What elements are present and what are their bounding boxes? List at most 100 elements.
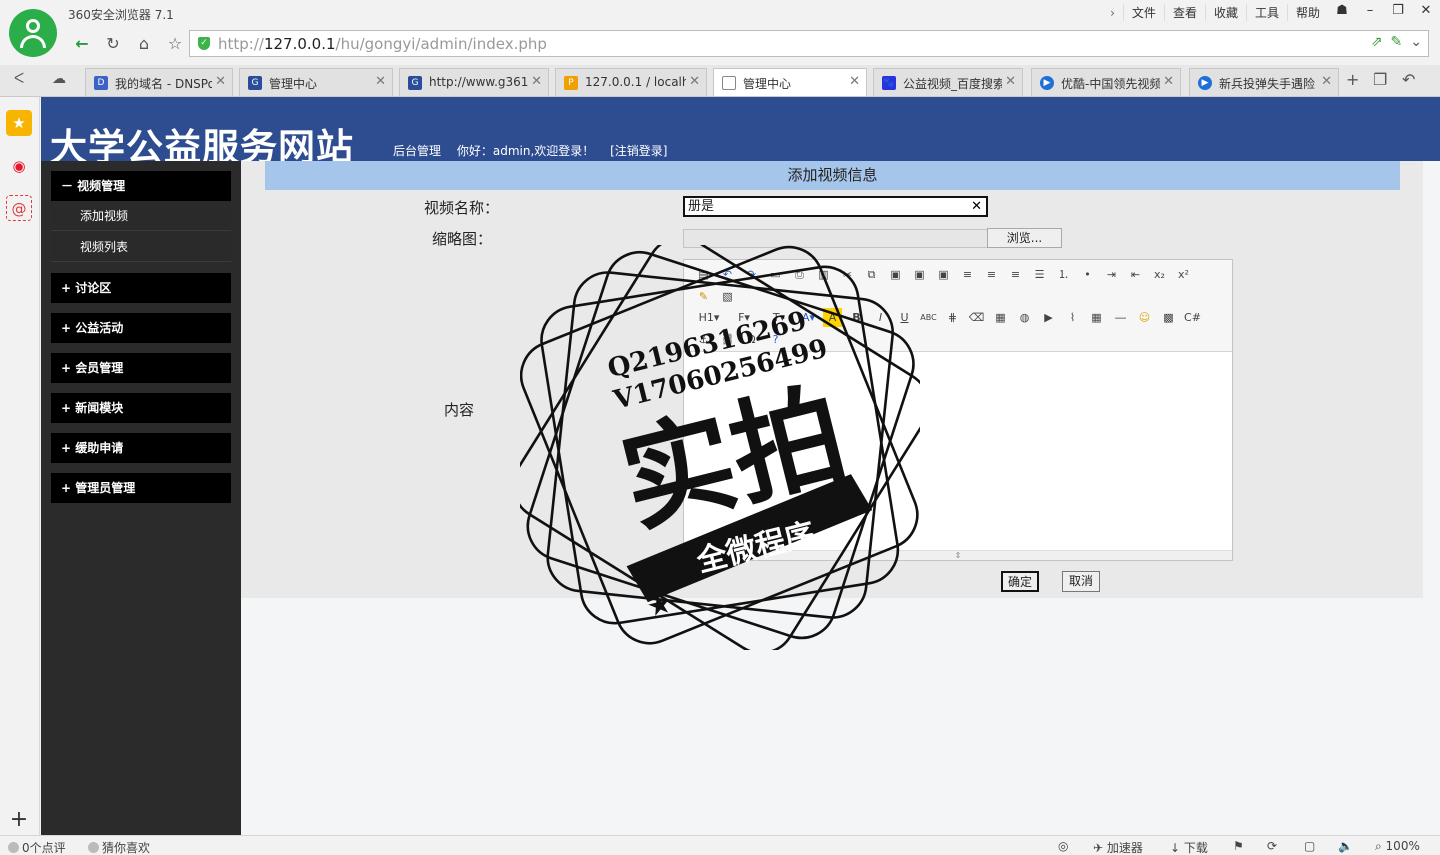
maximize-button[interactable]: ❐ — [1384, 0, 1412, 24]
media-icon[interactable]: ▶ — [1039, 308, 1058, 327]
dropdown-icon[interactable]: ⌄ — [1410, 34, 1422, 50]
minimize-button[interactable]: – — [1356, 0, 1384, 24]
font-size-icon[interactable]: T▾ — [764, 308, 794, 327]
align-left-icon[interactable]: ≡ — [958, 265, 977, 284]
menu-favorites[interactable]: 收藏 — [1204, 4, 1246, 21]
flag-icon[interactable]: ⚑ — [1233, 839, 1244, 853]
volume-icon[interactable]: 🔈 — [1338, 839, 1353, 853]
cancel-button[interactable]: 取消 — [1062, 571, 1100, 592]
format-brush-icon[interactable]: ✎ — [694, 287, 713, 306]
new-tab-icon[interactable]: + — [1346, 70, 1359, 89]
paste-word-icon[interactable]: ▣ — [934, 265, 953, 284]
guess-status[interactable]: 猜你喜欢 — [88, 839, 150, 855]
unlink-icon[interactable]: ⛓ — [718, 330, 737, 349]
home-icon[interactable]: ⌂ — [132, 33, 156, 55]
download-button[interactable]: ↓ 下载 — [1170, 839, 1208, 855]
cut-icon[interactable]: ✂ — [838, 265, 857, 284]
security-status-icon[interactable]: ◎ — [1058, 839, 1068, 853]
refresh-icon[interactable]: ↻ — [101, 33, 125, 55]
copy-icon[interactable]: ⧉ — [862, 265, 881, 284]
align-center-icon[interactable]: ≡ — [982, 265, 1001, 284]
tab-scroll-left-icon[interactable]: ᐸ — [14, 71, 24, 87]
highlight-icon[interactable]: A — [823, 308, 842, 327]
browse-button[interactable]: 浏览... — [987, 228, 1062, 248]
nav-news[interactable]: + 新闻模块 — [51, 393, 231, 423]
attachment-icon[interactable]: ⌇ — [1063, 308, 1082, 327]
subscript-icon[interactable]: x₂ — [1150, 265, 1169, 284]
url-text[interactable]: http://127.0.0.1/hu/gongyi/admin/index.p… — [218, 35, 547, 53]
paste-icon[interactable]: ▣ — [886, 265, 905, 284]
eraser-icon[interactable]: ⌫ — [967, 308, 986, 327]
paste-text-icon[interactable]: ▣ — [910, 265, 929, 284]
tab-youku-video[interactable]: ▶ 新兵投弹失手遇险 ✕ — [1189, 68, 1339, 96]
nav-members[interactable]: + 会员管理 — [51, 353, 231, 383]
chevron-right-icon[interactable]: › — [1110, 6, 1115, 20]
indent-icon[interactable]: ⇥ — [1102, 265, 1121, 284]
share-icon[interactable]: ⇗ — [1371, 34, 1383, 50]
editor-content-area[interactable] — [684, 352, 1232, 550]
justify-icon[interactable]: ☰ — [1030, 265, 1049, 284]
italic-icon[interactable]: I — [871, 308, 890, 327]
template-icon[interactable]: ▥ — [814, 265, 833, 284]
restore-tab-icon[interactable]: ↶ — [1402, 70, 1415, 89]
skin-icon[interactable]: ☗ — [1328, 0, 1356, 24]
nav-item-add-video[interactable]: 添加视频 — [51, 201, 231, 231]
add-icon[interactable]: + — [6, 807, 32, 833]
menu-file[interactable]: 文件 — [1122, 4, 1164, 21]
logout-link[interactable]: [注销登录] — [610, 144, 667, 158]
bold-icon[interactable]: B — [847, 308, 866, 327]
tab-youku[interactable]: ▶ 优酷-中国领先视频 ✕ — [1031, 68, 1181, 96]
source-icon[interactable]: ▤ — [694, 265, 713, 284]
tab-g361[interactable]: G http://www.g361.com ✕ — [399, 68, 549, 96]
editor-resize-handle[interactable]: ⇕ — [684, 550, 1232, 560]
window-icon[interactable]: ▢ — [1304, 839, 1315, 853]
ordered-list-icon[interactable]: ⒈ — [1054, 265, 1073, 284]
undo-icon[interactable]: ↶ — [718, 265, 737, 284]
redo-icon[interactable]: ↷ — [742, 265, 761, 284]
tab-dnspod[interactable]: D 我的域名 - DNSPod ✕ — [85, 68, 233, 96]
menu-view[interactable]: 查看 — [1163, 4, 1205, 21]
favorite-star-icon[interactable]: ☆ — [163, 33, 187, 55]
tab-close-icon[interactable]: ✕ — [689, 74, 700, 89]
help-icon[interactable]: ? — [766, 330, 785, 349]
tab-close-icon[interactable]: ✕ — [375, 74, 386, 89]
line-height-icon[interactable]: ⋕ — [943, 308, 962, 327]
hr-icon[interactable]: ― — [1111, 308, 1130, 327]
heading-icon[interactable]: H1▾ — [694, 308, 724, 327]
underline-icon[interactable]: U — [895, 308, 914, 327]
tab-phpmyadmin[interactable]: P 127.0.0.1 / localhost ✕ — [555, 68, 707, 96]
image-icon[interactable]: ▦ — [991, 308, 1010, 327]
nav-item-video-list[interactable]: 视频列表 — [51, 232, 231, 262]
confirm-button[interactable]: 确定 — [1001, 571, 1039, 592]
mail-icon[interactable]: @ — [6, 195, 32, 221]
table-icon[interactable]: ▦ — [1087, 308, 1106, 327]
tab-close-icon[interactable]: ✕ — [1005, 74, 1016, 89]
unordered-list-icon[interactable]: • — [1078, 265, 1097, 284]
zoom-control[interactable]: ⌕ 100% — [1375, 839, 1420, 854]
menu-help[interactable]: 帮助 — [1286, 4, 1328, 21]
comments-status[interactable]: 0个点评 — [8, 839, 66, 855]
video-name-input[interactable]: 册是 ✕ — [683, 196, 988, 217]
tab-close-icon[interactable]: ✕ — [215, 74, 226, 89]
nav-admin-management[interactable]: + 管理员管理 — [51, 473, 231, 503]
compat-mode-icon[interactable]: ✎ — [1391, 34, 1403, 50]
tab-list-icon[interactable]: ❐ — [1373, 70, 1387, 89]
superscript-icon[interactable]: x² — [1174, 265, 1193, 284]
tab-baidu[interactable]: 🐾 公益视频_百度搜索 ✕ — [873, 68, 1023, 96]
emoticon-icon[interactable]: ☺ — [1135, 308, 1154, 327]
font-color-icon[interactable]: A▾ — [799, 308, 818, 327]
print-icon[interactable]: ⎙ — [790, 265, 809, 284]
tab-admin-center[interactable]: G 管理中心 ✕ — [239, 68, 393, 96]
menu-tools[interactable]: 工具 — [1245, 4, 1287, 21]
tab-close-icon[interactable]: ✕ — [531, 74, 542, 89]
back-icon[interactable]: ← — [70, 33, 94, 55]
thumbnail-file-input[interactable] — [683, 229, 988, 248]
tab-admin-center-active[interactable]: 管理中心 ✕ — [713, 68, 867, 96]
font-family-icon[interactable]: F▾ — [729, 308, 759, 327]
link-icon[interactable]: ⚓ — [694, 330, 713, 349]
nav-aid-application[interactable]: + 缓助申请 — [51, 433, 231, 463]
code-icon[interactable]: C# — [1183, 308, 1202, 327]
tab-close-icon[interactable]: ✕ — [1321, 74, 1332, 89]
strikethrough-icon[interactable]: ABC — [919, 308, 938, 327]
outdent-icon[interactable]: ⇤ — [1126, 265, 1145, 284]
